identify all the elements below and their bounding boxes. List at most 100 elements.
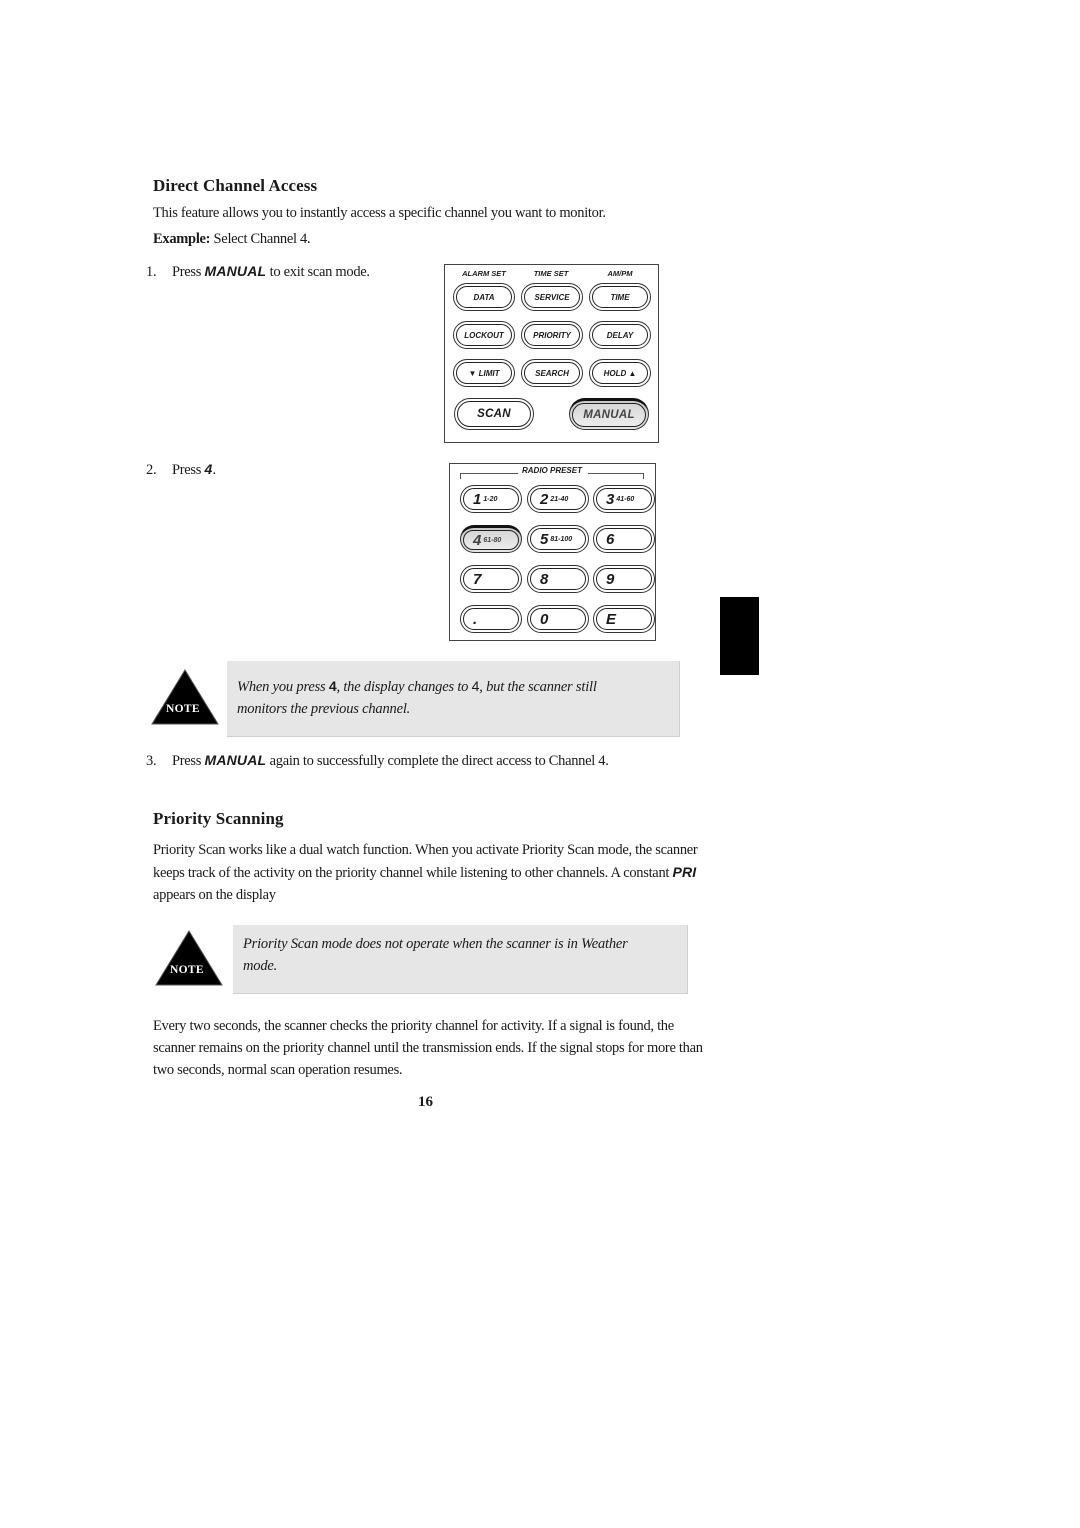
function-keypad-illustration: ALARM SET TIME SET AM/PM DATA SERVICE TI…	[444, 264, 659, 443]
key-label: 0	[528, 606, 588, 632]
preset-key-e[interactable]: E	[593, 605, 655, 633]
key-label: DELAY	[606, 330, 634, 340]
key-time[interactable]: TIME	[589, 283, 651, 311]
key-digit: 0	[540, 610, 549, 628]
step-number: 1.	[146, 264, 157, 280]
step-text: to exit scan mode.	[266, 264, 370, 280]
key-scan[interactable]: SCAN	[454, 398, 534, 430]
key-channel-range: 41-60	[616, 495, 635, 503]
key-label: PRIORITY	[533, 330, 571, 340]
key-label: DATA	[473, 292, 495, 302]
key-label: ▼ LIMIT	[468, 368, 500, 378]
key-label: 6	[594, 526, 654, 552]
priority-paragraph-2: Every two seconds, the scanner checks th…	[153, 1018, 703, 1078]
preset-key-7[interactable]: 7	[460, 565, 522, 593]
key-label: HOLD ▲	[603, 368, 637, 378]
key-label: SEARCH	[535, 368, 569, 378]
preset-key-3[interactable]: 3 41-60	[593, 485, 655, 513]
key-priority[interactable]: PRIORITY	[521, 321, 583, 349]
key-name-manual: MANUAL	[204, 752, 267, 768]
key-label: 1 1-20	[461, 486, 521, 512]
keypad-label: AM/PM	[607, 269, 633, 278]
key-service[interactable]: SERVICE	[521, 283, 583, 311]
key-digit: E	[606, 610, 617, 628]
key-label: 2 21-40	[528, 486, 588, 512]
key-data[interactable]: DATA	[453, 283, 515, 311]
preset-key-0[interactable]: 0	[527, 605, 589, 633]
key-digit: 9	[606, 570, 615, 588]
keypad-label: TIME SET	[533, 269, 569, 278]
step-text: Press	[172, 264, 205, 280]
key-delay[interactable]: DELAY	[589, 321, 651, 349]
section-heading-direct-channel-access: Direct Channel Access	[153, 176, 318, 195]
priority-paragraph-1: Priority Scan works like a dual watch fu…	[153, 839, 713, 906]
key-label: 5 81-100	[528, 526, 588, 552]
preset-key-1[interactable]: 1 1-20	[460, 485, 522, 513]
key-search[interactable]: SEARCH	[521, 359, 583, 387]
key-label: SCAN	[477, 408, 511, 420]
step-text: Press	[172, 462, 205, 478]
preset-key-4[interactable]: 4 61-80	[460, 525, 522, 553]
key-digit: 3	[606, 490, 615, 508]
radio-preset-title: RADIO PRESET	[521, 466, 582, 475]
step-2: 2. Press 4.	[146, 458, 216, 481]
radio-preset-keypad-illustration: RADIO PRESET 1 1-20 2 21-40 3 41-60 4 61-80 5 81-…	[449, 463, 656, 641]
key-channel-range: 21-40	[550, 495, 569, 503]
example-text: Select Channel 4.	[210, 231, 311, 247]
key-channel-range: 81-100	[550, 535, 573, 543]
key-digit: 7	[473, 570, 482, 588]
key-label: 9	[594, 566, 654, 592]
preset-key-8[interactable]: 8	[527, 565, 589, 593]
note-label: NOTE	[170, 964, 204, 976]
bracket-decoration	[460, 473, 518, 479]
key-name-manual: MANUAL	[204, 263, 267, 279]
key-digit: 1	[473, 490, 482, 508]
key-channel-range: 1-20	[483, 495, 498, 503]
key-manual-pressed[interactable]: MANUAL	[569, 398, 649, 430]
key-label: MANUAL	[583, 409, 635, 421]
preset-key-5[interactable]: 5 81-100	[527, 525, 589, 553]
key-label: LOCKOUT	[464, 330, 504, 340]
paragraph-text: appears on the display	[153, 887, 276, 903]
key-digit: 5	[540, 530, 549, 548]
step-text: Press	[172, 753, 205, 769]
step-text: .	[212, 462, 216, 478]
section-heading-priority-scanning: Priority Scanning	[153, 809, 284, 828]
bracket-decoration	[588, 473, 644, 479]
key-label: E	[594, 606, 654, 632]
key-lockout[interactable]: LOCKOUT	[453, 321, 515, 349]
key-limit[interactable]: ▼ LIMIT	[453, 359, 515, 387]
key-digit: .	[473, 610, 478, 628]
note-text: When you press 4, the display changes to…	[227, 661, 647, 720]
note-text-part: , the display changes to	[336, 679, 472, 695]
note-text: Priority Scan mode does not operate when…	[243, 936, 628, 974]
preset-key-6[interactable]: 6	[593, 525, 655, 553]
key-digit: 6	[606, 530, 615, 548]
note-box: When you press 4, the display changes to…	[227, 661, 680, 737]
key-digit: 8	[540, 570, 549, 588]
display-indicator-pri: PRI	[672, 864, 697, 880]
key-label: TIME	[610, 292, 630, 302]
key-digit: 2	[540, 490, 549, 508]
preset-key-2[interactable]: 2 21-40	[527, 485, 589, 513]
key-label: 8	[528, 566, 588, 592]
key-digit: 4	[473, 531, 482, 549]
paragraph-text: Priority Scan works like a dual watch fu…	[153, 842, 698, 881]
step-number: 3.	[146, 753, 157, 769]
chapter-tab-marker	[720, 597, 759, 675]
step-number: 2.	[146, 462, 157, 478]
note-label: NOTE	[166, 703, 200, 715]
key-label: 4 61-80	[461, 528, 521, 552]
key-label: 7	[461, 566, 521, 592]
preset-key-9[interactable]: 9	[593, 565, 655, 593]
preset-key-dot[interactable]: .	[460, 605, 522, 633]
example-line: Example: Select Channel 4.	[153, 228, 311, 250]
key-label: 3 41-60	[594, 486, 654, 512]
key-hold[interactable]: HOLD ▲	[589, 359, 651, 387]
step-3: 3. Press MANUAL again to successfully com…	[146, 749, 609, 772]
key-channel-range: 61-80	[483, 536, 502, 544]
note-warning-icon	[151, 669, 219, 725]
note-box: Priority Scan mode does not operate when…	[233, 925, 688, 994]
page-number: 16	[418, 1094, 433, 1110]
keypad-label: ALARM SET	[462, 269, 506, 278]
